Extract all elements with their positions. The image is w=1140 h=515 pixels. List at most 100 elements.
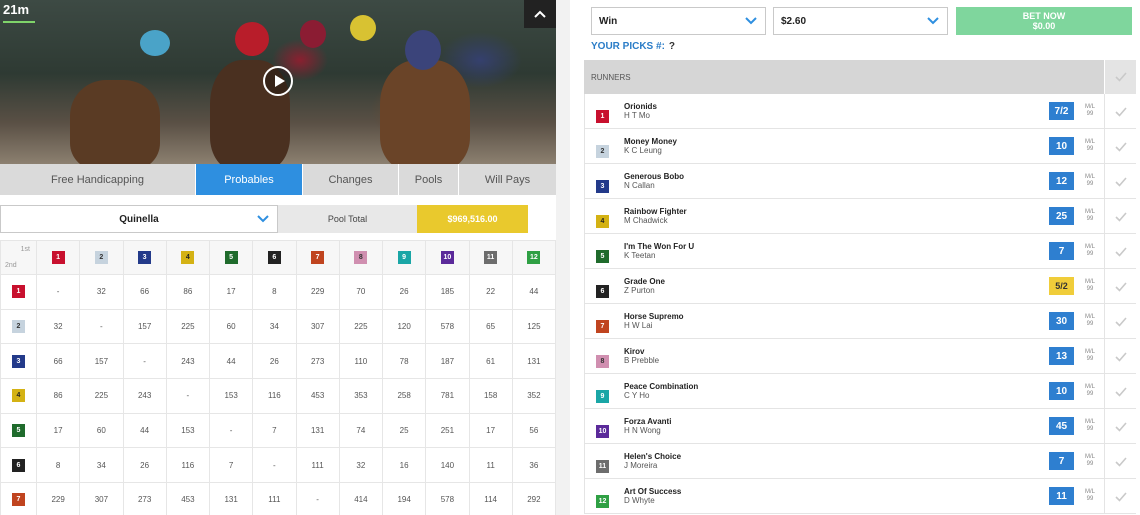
matrix-cell[interactable]: 32 bbox=[338, 447, 384, 484]
tab-pools[interactable]: Pools bbox=[399, 164, 459, 195]
matrix-cell[interactable]: 243 bbox=[165, 343, 211, 380]
runner-row[interactable]: 2 Money Money K C Leung 10 M/L 99 bbox=[584, 129, 1136, 164]
tab-changes[interactable]: Changes bbox=[303, 164, 399, 195]
matrix-cell[interactable]: 578 bbox=[425, 482, 470, 515]
matrix-cell[interactable]: 11 bbox=[468, 447, 513, 484]
matrix-cell[interactable]: 185 bbox=[425, 274, 470, 310]
matrix-cell[interactable]: 7 bbox=[252, 412, 297, 449]
runner-select-checkbox[interactable] bbox=[1104, 304, 1136, 339]
matrix-cell[interactable]: 225 bbox=[338, 308, 384, 345]
matrix-cell[interactable]: 22 bbox=[468, 274, 513, 310]
matrix-cell[interactable]: - bbox=[35, 274, 81, 310]
matrix-cell[interactable]: 86 bbox=[165, 274, 211, 310]
matrix-cell[interactable]: 153 bbox=[208, 378, 254, 414]
runner-row[interactable]: 12 Art Of Success D Whyte 11 M/L 99 bbox=[584, 479, 1136, 514]
matrix-cell[interactable]: - bbox=[79, 308, 124, 345]
matrix-cell[interactable]: 78 bbox=[381, 343, 427, 380]
matrix-cell[interactable]: 86 bbox=[35, 378, 81, 414]
matrix-cell[interactable]: 44 bbox=[208, 343, 254, 380]
runner-row[interactable]: 7 Horse Supremo H W Lai 30 M/L 99 bbox=[584, 304, 1136, 339]
runner-select-checkbox[interactable] bbox=[1104, 479, 1136, 514]
matrix-cell[interactable]: 292 bbox=[511, 482, 556, 515]
matrix-cell[interactable]: 273 bbox=[295, 343, 340, 380]
runner-row[interactable]: 1 Orionids H T Mo 7/2 M/L 99 bbox=[584, 94, 1136, 129]
runner-row[interactable]: 5 I'm The Won For UK Teetan 7 M/L 99 bbox=[584, 234, 1136, 269]
matrix-cell[interactable]: 60 bbox=[208, 308, 254, 345]
tab-free-handicapping[interactable]: Free Handicapping bbox=[0, 164, 196, 195]
runner-select-checkbox[interactable] bbox=[1104, 94, 1136, 129]
matrix-cell[interactable]: 65 bbox=[468, 308, 513, 345]
matrix-cell[interactable]: 229 bbox=[295, 274, 340, 310]
runner-row[interactable]: 3 Generous Bobo N Callan 12 M/L 99 bbox=[584, 164, 1136, 199]
matrix-cell[interactable]: 116 bbox=[165, 447, 211, 484]
matrix-cell[interactable]: 70 bbox=[338, 274, 384, 310]
matrix-cell[interactable]: 74 bbox=[338, 412, 384, 449]
bet-now-button[interactable]: BET NOW $0.00 bbox=[956, 7, 1132, 35]
select-all-checkbox[interactable] bbox=[1104, 60, 1136, 94]
matrix-cell[interactable]: 781 bbox=[425, 378, 470, 414]
bet-type-select[interactable]: Quinella bbox=[0, 205, 278, 233]
matrix-cell[interactable]: 32 bbox=[35, 308, 81, 345]
matrix-cell[interactable]: 116 bbox=[252, 378, 297, 414]
matrix-cell[interactable]: 66 bbox=[122, 274, 167, 310]
runner-select-checkbox[interactable] bbox=[1104, 339, 1136, 374]
matrix-cell[interactable]: - bbox=[252, 447, 297, 484]
runner-row[interactable]: 9 Peace Combination C Y Ho 10 M/L 99 bbox=[584, 374, 1136, 409]
pool-type-select[interactable]: Win bbox=[591, 7, 766, 35]
matrix-cell[interactable]: 34 bbox=[252, 308, 297, 345]
matrix-cell[interactable]: 26 bbox=[252, 343, 297, 380]
matrix-cell[interactable]: 111 bbox=[252, 482, 297, 515]
race-video[interactable]: 21m bbox=[0, 0, 556, 164]
matrix-cell[interactable]: 8 bbox=[35, 447, 81, 484]
play-icon[interactable] bbox=[263, 66, 293, 96]
matrix-cell[interactable]: 120 bbox=[381, 308, 427, 345]
matrix-cell[interactable]: 158 bbox=[468, 378, 513, 414]
matrix-cell[interactable]: 66 bbox=[35, 343, 81, 380]
matrix-cell[interactable]: 7 bbox=[208, 447, 254, 484]
matrix-cell[interactable]: 187 bbox=[425, 343, 470, 380]
matrix-cell[interactable]: - bbox=[122, 343, 167, 380]
matrix-cell[interactable]: 258 bbox=[381, 378, 427, 414]
matrix-cell[interactable]: - bbox=[295, 482, 340, 515]
matrix-cell[interactable]: 225 bbox=[165, 308, 211, 345]
runner-row[interactable]: 6 Grade One Z Purton 5/2 M/L 99 bbox=[584, 269, 1136, 304]
matrix-cell[interactable]: 578 bbox=[425, 308, 470, 345]
matrix-cell[interactable]: 114 bbox=[468, 482, 513, 515]
matrix-cell[interactable]: - bbox=[208, 412, 254, 449]
matrix-cell[interactable]: 61 bbox=[468, 343, 513, 380]
runner-select-checkbox[interactable] bbox=[1104, 164, 1136, 199]
matrix-cell[interactable]: 131 bbox=[208, 482, 254, 515]
runner-select-checkbox[interactable] bbox=[1104, 269, 1136, 304]
matrix-cell[interactable]: 34 bbox=[79, 447, 124, 484]
matrix-cell[interactable]: 36 bbox=[511, 447, 556, 484]
tab-probables[interactable]: Probables bbox=[196, 164, 303, 195]
bet-amount-select[interactable]: $2.60 bbox=[773, 7, 948, 35]
matrix-cell[interactable]: 60 bbox=[79, 412, 124, 449]
matrix-cell[interactable]: 229 bbox=[35, 482, 81, 515]
tab-will-pays[interactable]: Will Pays bbox=[459, 164, 556, 195]
matrix-cell[interactable]: 140 bbox=[425, 447, 470, 484]
matrix-cell[interactable]: 44 bbox=[122, 412, 167, 449]
collapse-button[interactable] bbox=[524, 0, 556, 28]
runner-row[interactable]: 10 Forza Avanti H N Wong 45 M/L 99 bbox=[584, 409, 1136, 444]
matrix-cell[interactable]: 243 bbox=[122, 378, 167, 414]
runner-select-checkbox[interactable] bbox=[1104, 199, 1136, 234]
matrix-cell[interactable]: 32 bbox=[79, 274, 124, 310]
matrix-cell[interactable]: 307 bbox=[295, 308, 340, 345]
runner-select-checkbox[interactable] bbox=[1104, 444, 1136, 479]
matrix-cell[interactable]: 131 bbox=[295, 412, 340, 449]
matrix-cell[interactable]: 26 bbox=[381, 274, 427, 310]
matrix-cell[interactable]: 16 bbox=[381, 447, 427, 484]
matrix-cell[interactable]: 157 bbox=[122, 308, 167, 345]
matrix-cell[interactable]: 111 bbox=[295, 447, 340, 484]
matrix-cell[interactable]: 110 bbox=[338, 343, 384, 380]
matrix-cell[interactable]: 307 bbox=[79, 482, 124, 515]
matrix-cell[interactable]: 251 bbox=[425, 412, 470, 449]
matrix-cell[interactable]: 225 bbox=[79, 378, 124, 414]
runner-select-checkbox[interactable] bbox=[1104, 374, 1136, 409]
matrix-cell[interactable]: 26 bbox=[122, 447, 167, 484]
runner-row[interactable]: 4 Rainbow Fighter M Chadwick 25 M/L 99 bbox=[584, 199, 1136, 234]
matrix-cell[interactable]: 273 bbox=[122, 482, 167, 515]
matrix-cell[interactable]: 414 bbox=[338, 482, 384, 515]
runner-row[interactable]: 8 Kirov B Prebble 13 M/L 99 bbox=[584, 339, 1136, 374]
